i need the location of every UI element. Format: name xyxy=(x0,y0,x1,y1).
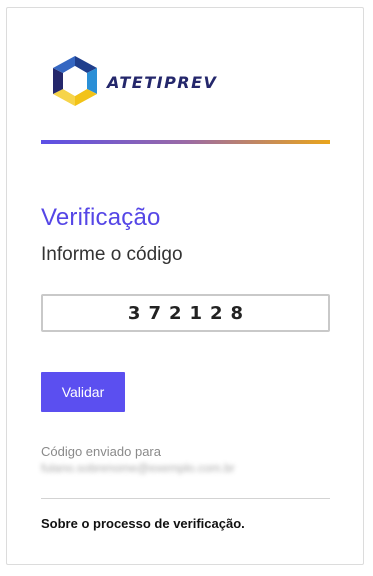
about-verification-link[interactable]: Sobre o processo de verificação. xyxy=(41,516,245,531)
section-divider xyxy=(41,498,330,499)
page-subtitle: Informe o código xyxy=(41,244,183,265)
verification-code-input[interactable] xyxy=(41,294,330,332)
validate-button[interactable]: Validar xyxy=(41,372,125,412)
brand-name: ATETIPREV xyxy=(107,72,218,92)
logo-hexagon-icon xyxy=(53,56,97,106)
brand-logo: ATETIPREV xyxy=(49,52,217,112)
code-sent-email: fulano.sobrenome@exemplo.com.br xyxy=(41,461,235,475)
verification-card: ATETIPREV Verificação Informe o código V… xyxy=(6,7,364,565)
code-sent-label: Código enviado para xyxy=(41,444,161,459)
accent-divider xyxy=(41,140,330,144)
page-title: Verificação xyxy=(41,204,161,231)
